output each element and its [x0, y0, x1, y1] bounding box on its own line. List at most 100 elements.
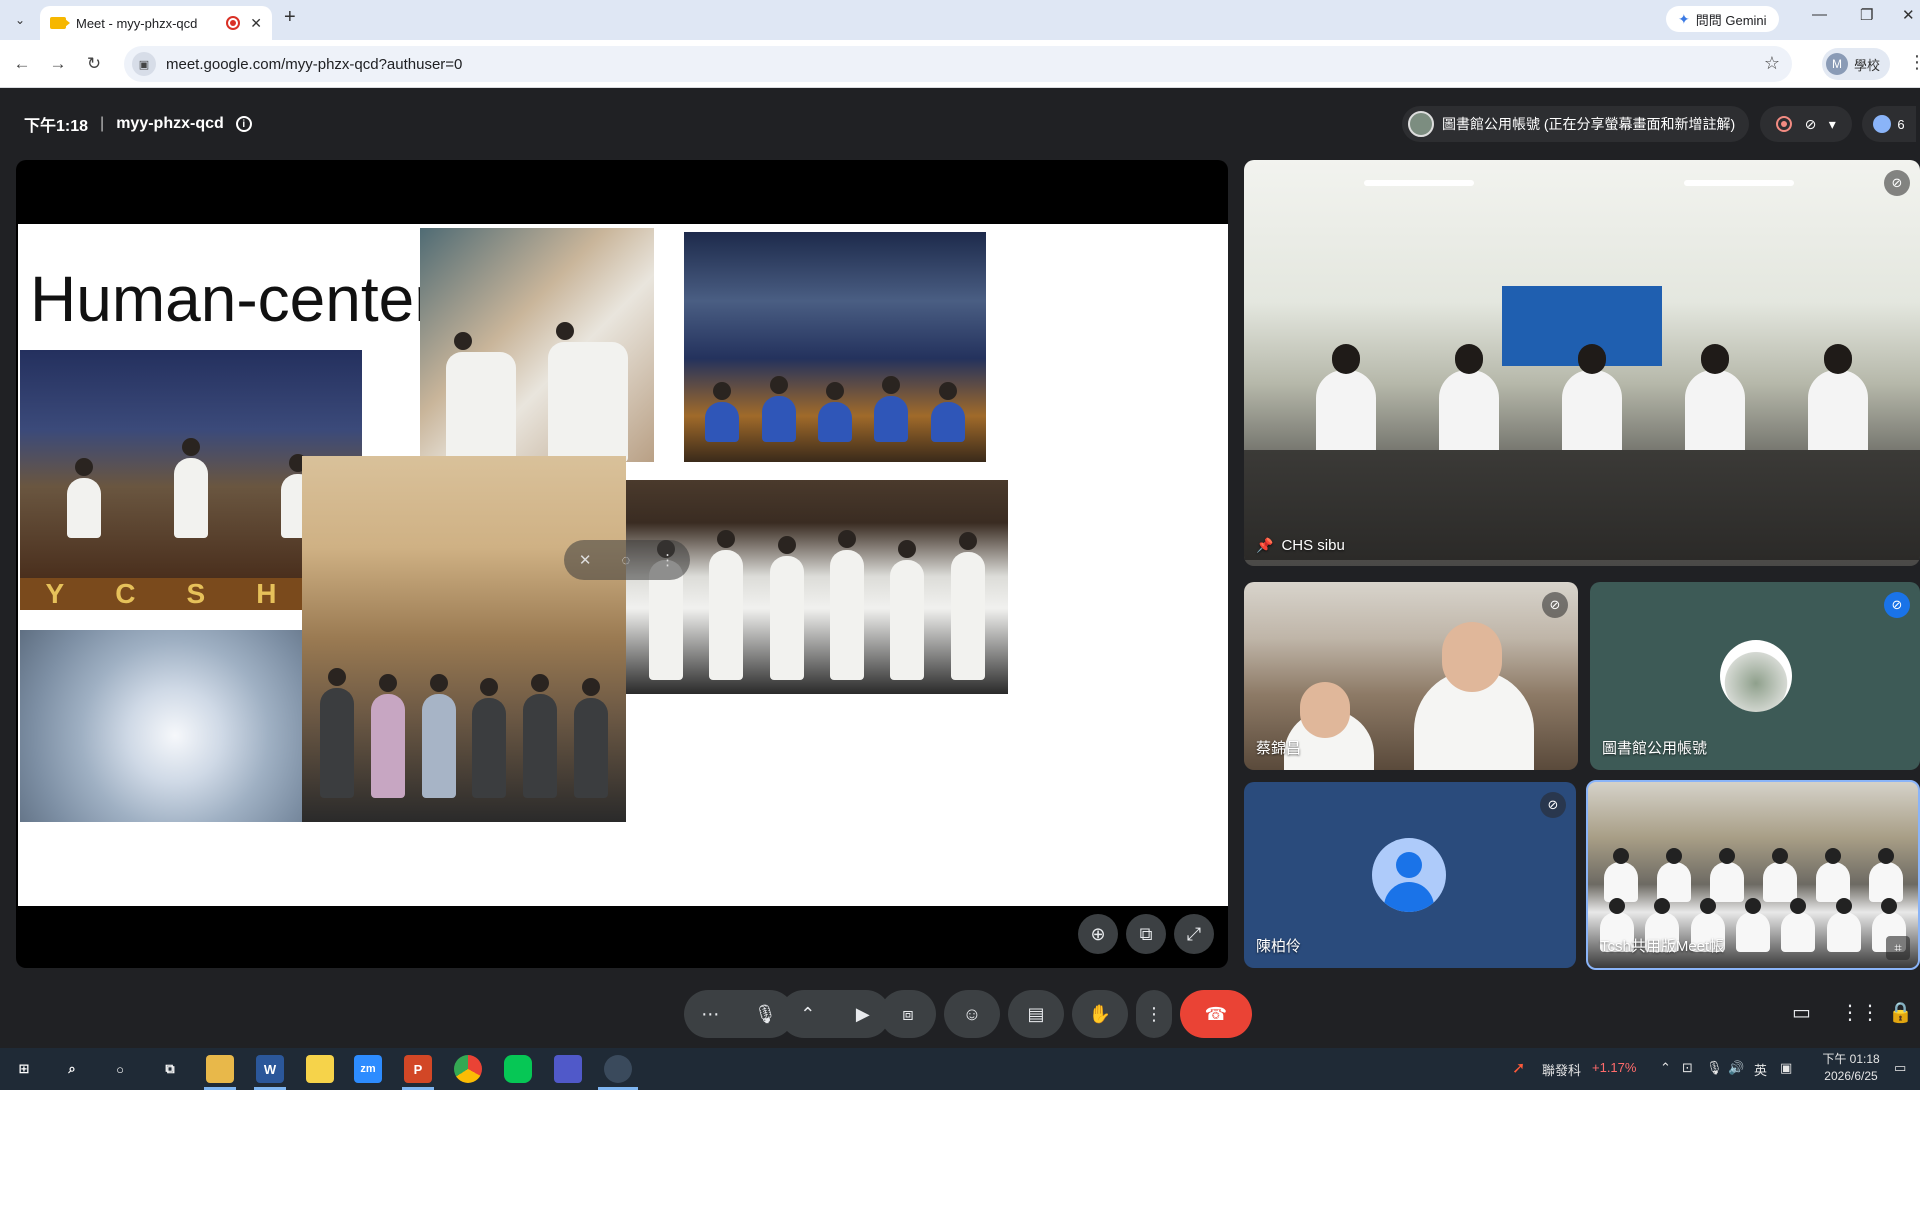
pop-out-icon[interactable]: ⧉: [1126, 914, 1166, 954]
attendee-figure: [421, 674, 456, 798]
students-row: [1594, 848, 1912, 902]
active-app-indicator: [598, 1087, 638, 1090]
network-icon[interactable]: ⊡: [1682, 1060, 1693, 1076]
participant-tile[interactable]: ⌗ Tcsh共用版Meet帳: [1586, 780, 1920, 970]
teams-icon[interactable]: [554, 1055, 582, 1083]
presenter-notice[interactable]: 圖書館公用帳號 (正在分享螢幕畫面和新增註解): [1402, 106, 1750, 142]
microphone-control[interactable]: ⋯ 🎙: [684, 990, 794, 1038]
raise-hand-button[interactable]: ✋: [1072, 990, 1128, 1038]
show-hidden-icons-chevron-icon[interactable]: ⌃: [1660, 1060, 1671, 1076]
windows-start-icon[interactable]: ⊞: [10, 1055, 38, 1083]
audio-options-icon[interactable]: ⋯: [701, 1004, 719, 1025]
present-screen-button[interactable]: ⧈: [880, 990, 936, 1038]
drummer-figure: [817, 382, 852, 442]
participant-name-text: 蔡錦昌: [1256, 740, 1302, 757]
participant-name: Tcsh共用版Meet帳: [1600, 935, 1724, 956]
captions-button[interactable]: ▤: [1008, 990, 1064, 1038]
gemini-button[interactable]: ✦ 問問 Gemini: [1666, 6, 1779, 32]
zoom-in-icon[interactable]: ⊕: [1078, 914, 1118, 954]
participant-tile[interactable]: ⊘ 陳柏伶: [1244, 782, 1576, 968]
attendee-figure: [370, 674, 405, 798]
mic-off-icon: ⊘: [1542, 592, 1568, 618]
window-close-button[interactable]: ✕: [1902, 6, 1915, 24]
search-icon[interactable]: ⌕: [58, 1055, 86, 1083]
stock-widget-icon[interactable]: ➚: [1512, 1058, 1525, 1078]
participant-tile[interactable]: ⊘ 圖書館公用帳號: [1590, 582, 1920, 770]
host-controls-lock-icon[interactable]: 🔒: [1888, 1000, 1913, 1025]
microphone-tray-icon[interactable]: 🎙: [1706, 1060, 1723, 1076]
system-clock[interactable]: 下午 01:18 2026/6/25: [1814, 1051, 1888, 1085]
slide-photo-drum-performance: [684, 232, 986, 462]
singer-figure: [950, 532, 985, 680]
participant-name: 陳柏伶: [1256, 935, 1301, 956]
tab-close-icon[interactable]: ✕: [250, 15, 262, 32]
forward-arrow-icon[interactable]: →: [44, 50, 72, 78]
participant-head: [1300, 682, 1350, 738]
bookmark-star-icon[interactable]: ☆: [1764, 53, 1780, 74]
browser-tab-meet[interactable]: Meet - myy-phzx-qcd ✕: [40, 6, 272, 40]
camera-control[interactable]: ⌃ ▶: [780, 990, 890, 1038]
tile-more-icon[interactable]: ⋮: [660, 551, 675, 569]
powerpoint-icon[interactable]: P: [404, 1055, 432, 1083]
browser-menu-icon[interactable]: ⋮: [1908, 52, 1920, 73]
word-icon[interactable]: W: [256, 1055, 284, 1083]
crop-icon[interactable]: ⌗: [1886, 936, 1910, 960]
leave-call-button[interactable]: ☎: [1180, 990, 1252, 1038]
participant-count: 6: [1897, 116, 1905, 132]
chrome-icon[interactable]: [454, 1055, 482, 1083]
reactions-button[interactable]: ☺: [944, 990, 1000, 1038]
ime-language-indicator[interactable]: 英: [1754, 1060, 1767, 1079]
window-restore-button[interactable]: ❐: [1860, 6, 1873, 24]
back-arrow-icon[interactable]: ←: [8, 50, 36, 78]
microphone-icon[interactable]: 🎙: [754, 1004, 777, 1025]
site-info-icon[interactable]: ▣: [132, 52, 156, 76]
emoji-icon: ☺: [962, 1003, 982, 1024]
activities-grid-icon[interactable]: ⋮⋮: [1840, 1000, 1880, 1025]
presentation-stage: Human-centered Y C S H ✕ ◌ ⋮ ⊕ ⧉ ⤢: [16, 160, 1228, 968]
present-screen-icon: ⧈: [902, 1003, 914, 1024]
participant-name: 圖書館公用帳號: [1602, 737, 1707, 758]
address-bar[interactable]: ▣ meet.google.com/myy-phzx-qcd?authuser=…: [124, 46, 1792, 82]
slide-banner-ycsh: Y C S H: [20, 578, 302, 610]
ime-mode-icon[interactable]: ▣: [1780, 1060, 1792, 1076]
unpin-icon[interactable]: ✕: [579, 551, 592, 569]
participant-tile[interactable]: ⊘ 蔡錦昌: [1244, 582, 1578, 770]
participant-avatar: [1720, 640, 1792, 712]
screen: ⌄ Meet - myy-phzx-qcd ✕ + ✦ 問問 Gemini — …: [0, 0, 1920, 1211]
camera-icon[interactable]: ▶: [856, 1004, 870, 1025]
video-options-chevron-icon[interactable]: ⌃: [800, 1004, 815, 1025]
more-options-button[interactable]: ⋮: [1136, 990, 1172, 1038]
new-tab-button[interactable]: +: [284, 6, 296, 29]
browser-tab-strip: ⌄ Meet - myy-phzx-qcd ✕ + ✦ 問問 Gemini — …: [0, 0, 1920, 40]
zoom-icon[interactable]: zm: [354, 1055, 382, 1083]
browser-toolbar: ← → ↻ ▣ meet.google.com/myy-phzx-qcd?aut…: [0, 40, 1920, 88]
task-view-icon[interactable]: ⧉: [156, 1055, 184, 1083]
banner-letter: H: [256, 578, 277, 609]
sticky-notes-icon[interactable]: [306, 1055, 334, 1083]
volume-icon[interactable]: 🔊: [1728, 1060, 1744, 1076]
reload-icon[interactable]: ↻: [80, 50, 108, 78]
chrome-profile-icon[interactable]: [604, 1055, 632, 1083]
window-minimize-button[interactable]: —: [1812, 6, 1827, 23]
notification-center-icon[interactable]: ▭: [1894, 1060, 1906, 1076]
annotation-overlay-controls: ✕ ◌ ⋮: [564, 540, 690, 580]
meet-call-area: 下午1:18 | myy-phzx-qcd i 圖書館公用帳號 (正在分享螢幕畫…: [0, 88, 1920, 1048]
tab-search-chevron-icon[interactable]: ⌄: [8, 8, 32, 32]
meeting-info-icon[interactable]: i: [235, 116, 252, 132]
avatar-head-shape: [1396, 852, 1422, 878]
participant-tile[interactable]: ⊘ 📌 CHS sibu: [1244, 160, 1920, 566]
participant-name: 📌 CHS sibu: [1256, 537, 1345, 554]
profile-button[interactable]: M 學校: [1822, 48, 1891, 80]
people-icon: [1873, 115, 1892, 133]
banner-letter: Y: [45, 578, 65, 609]
mute-tile-icon[interactable]: ◌: [621, 552, 630, 569]
cortana-icon[interactable]: ○: [106, 1055, 134, 1083]
recording-status[interactable]: ⊘ ▾: [1760, 106, 1852, 142]
recording-icon: [1776, 116, 1793, 132]
chat-icon[interactable]: ▭: [1792, 1000, 1811, 1025]
file-explorer-icon[interactable]: [206, 1055, 234, 1083]
fullscreen-icon[interactable]: ⤢: [1174, 914, 1214, 954]
people-button[interactable]: 6: [1862, 106, 1916, 142]
line-icon[interactable]: [504, 1055, 532, 1083]
attendee-figure: [522, 674, 557, 798]
